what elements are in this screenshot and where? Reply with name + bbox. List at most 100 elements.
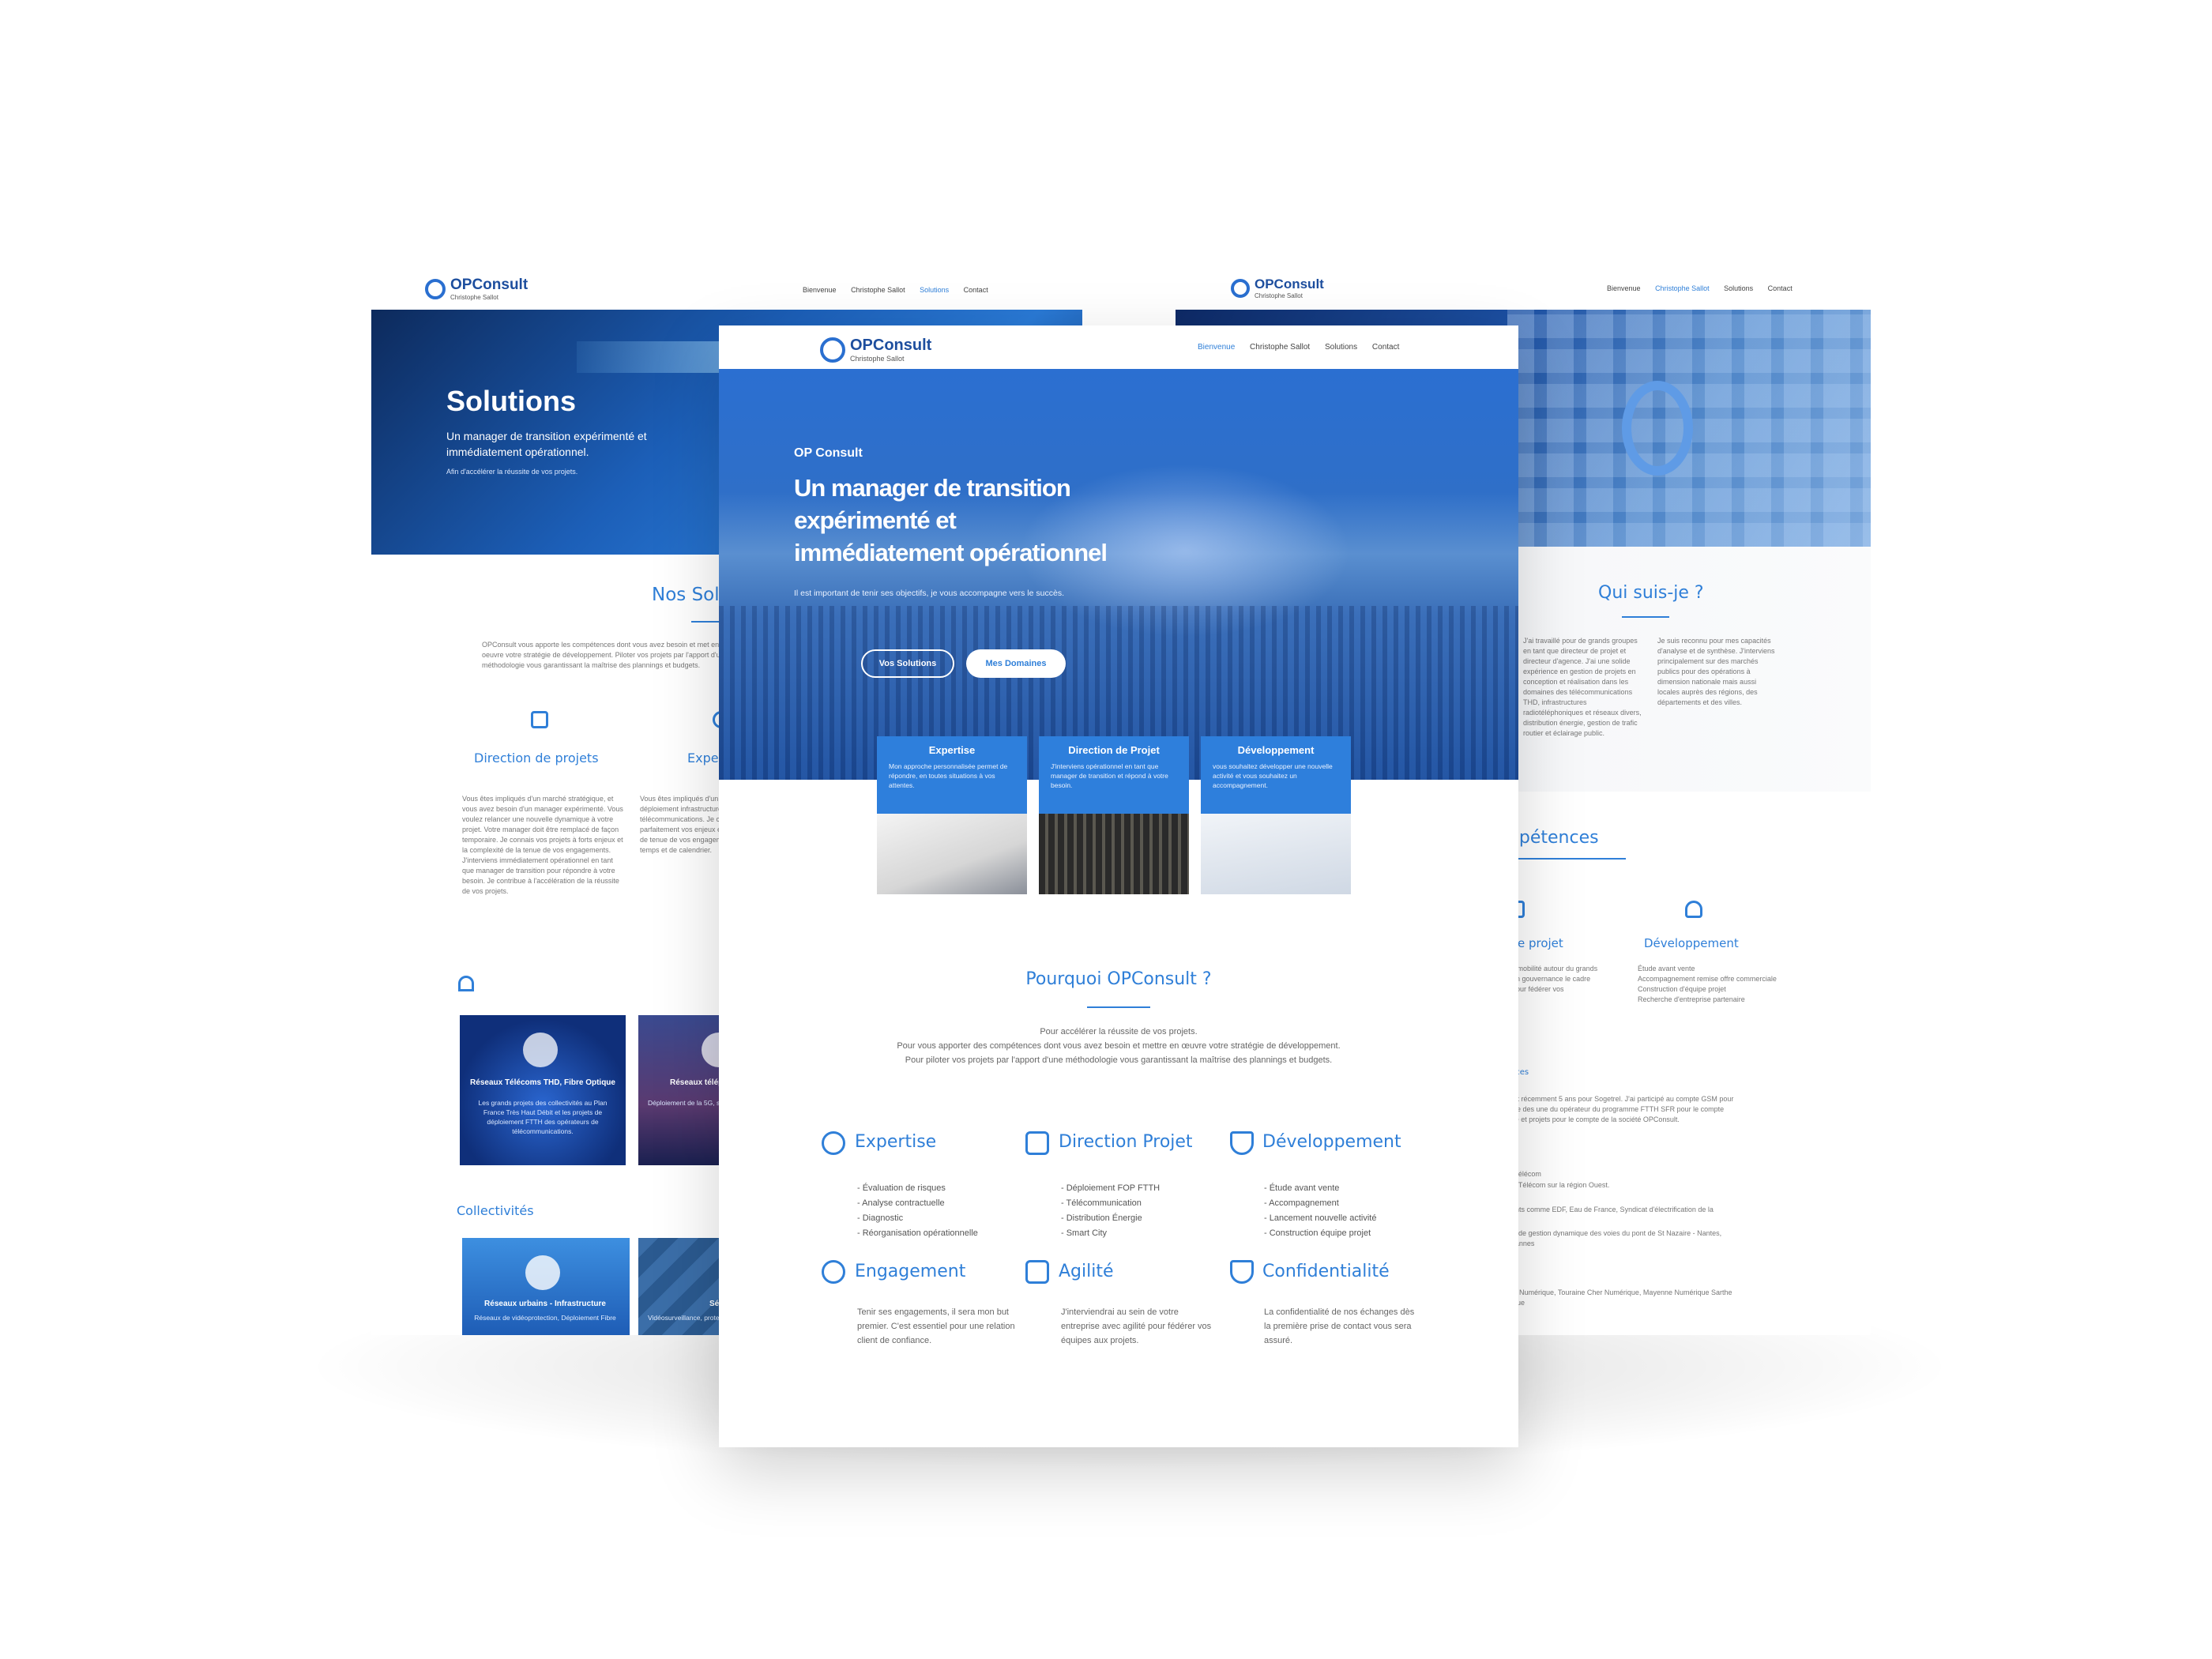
list-item: - Distribution Énergie [1061,1213,1142,1223]
nav-item-solutions[interactable]: Solutions [1325,343,1357,352]
left-col1-icon [531,711,548,728]
target-icon [822,1260,845,1284]
right-col2-text: Je suis reconnu pour mes capacités d'ana… [1657,637,1775,706]
list-item: - Déploiement FOP FTTH [1061,1183,1161,1193]
left-intro: OPConsult vous apporte les compétences d… [482,641,728,669]
right-logo[interactable]: OPConsult Christophe Sallot [1231,276,1324,299]
feature-engagement-title: Engagement [855,1262,966,1281]
list-item: - Diagnostic [857,1213,904,1223]
feature-confidentialite-title: Confidentialité [1262,1262,1390,1281]
card-circle-icon [525,1255,560,1290]
why-text: Pour accélérer la réussite de vos projet… [719,1025,1518,1067]
nav-item-bienvenue[interactable]: Bienvenue [1607,284,1641,292]
hero-title-line-3: immédiatement opérationnel [794,539,1108,566]
feature-confidentialite-text: La confidentialité de nos échanges dès l… [1264,1307,1415,1345]
ref-text-2: France Télécom [1490,1170,1541,1178]
card-title: Expertise [928,744,976,756]
solution-card-telecom[interactable]: Réseaux Télécoms THD, Fibre Optique Les … [460,1015,626,1165]
nav-item-christophe[interactable]: Christophe Sallot [1250,343,1310,352]
presenter-icon [1230,1131,1254,1155]
hero-title: Un manager de transition expérimenté et … [794,472,1108,569]
center-nav: Bienvenue Christophe Sallot Solutions Co… [1185,343,1399,352]
why-line: Pour accélérer la réussite de vos projet… [1040,1027,1198,1036]
card-text: vous souhaitez développer une nouvelle a… [1213,762,1333,789]
ref-text-4: Des clients comme EDF, Eau de France, Sy… [1490,1206,1714,1213]
collectivites-title: Collectivités [457,1203,534,1218]
ref-text-5: système de gestion dynamique des voies d… [1490,1229,1722,1247]
card-text: Mon approche personnalisée permet de rép… [889,762,1008,789]
nav-item-christophe[interactable]: Christophe Sallot [1655,284,1710,292]
list-item: - Évaluation de risques [857,1183,946,1193]
feature-expertise-list: - Évaluation de risques - Analyse contra… [857,1181,978,1241]
feature-engagement-text: Tenir ses engagements, il sera mon but p… [857,1307,1015,1345]
brand-name: OPConsult [850,337,932,354]
nav-item-bienvenue[interactable]: Bienvenue [1198,343,1235,352]
developpement-icon [1685,901,1702,918]
presenter-icon [1230,1260,1254,1284]
building-icon [458,976,474,991]
card-expertise[interactable]: Expertise Mon approche personnalisée per… [877,736,1027,894]
brand-tagline: Christophe Sallot [450,294,498,301]
feature-agilite-text: J'interviendrai au sein de votre entrepr… [1061,1307,1212,1345]
list-item: - Réorganisation opérationnelle [857,1228,978,1238]
card-circle-icon [523,1033,558,1067]
left-hero-small: Afin d'accélérer la réussite de vos proj… [446,468,578,476]
nav-item-bienvenue[interactable]: Bienvenue [803,286,837,294]
list-item: Recherche d'entreprise partenaire [1638,995,1745,1003]
left-nav: Bienvenue Christophe Sallot Solutions Co… [790,286,988,294]
building-photo [1039,814,1189,894]
comp-title-dev: Développement [1644,936,1739,950]
brand-symbol-icon [1622,381,1693,476]
list-item: - Étude avant vente [1264,1183,1340,1193]
nav-item-contact[interactable]: Contact [1768,284,1793,292]
left-col1-text: Vous êtes impliqués d'un marché stratégi… [462,795,623,895]
left-hero-subtitle: Un manager de transition expérimenté et … [446,430,647,458]
left-hero-title: Solutions [446,385,576,417]
list-item: - Lancement nouvelle activité [1264,1213,1377,1223]
center-hero: OP Consult Un manager de transition expé… [719,369,1518,780]
feature-agilite-title: Agilité [1059,1262,1114,1281]
hero-title-line-2: expérimenté et [794,506,957,534]
feature-direction-list: - Déploiement FOP FTTH - Télécommunicati… [1061,1181,1160,1241]
center-logo[interactable]: OPConsult Christophe Sallot [820,337,931,363]
why-line: Pour piloter vos projets par l'apport d'… [905,1055,1333,1065]
writing-photo [877,814,1027,894]
list-item: Accompagnement remise offre commerciale [1638,975,1777,983]
ref-text-3: Sogetrel Télécom sur la région Ouest. [1490,1181,1610,1189]
logo-icon [425,278,446,299]
hero-kicker: OP Consult [794,446,863,460]
chart-board-icon [1025,1260,1049,1284]
card-direction[interactable]: Direction de Projet J'interviens opérati… [1039,736,1189,894]
why-underline [1087,1006,1150,1008]
hero-text: Il est important de tenir ses objectifs,… [794,589,1064,598]
logo-icon [820,337,845,363]
domaines-button[interactable]: Mes Domaines [966,649,1066,678]
list-item: - Analyse contractuelle [857,1198,945,1208]
nav-item-solutions[interactable]: Solutions [1724,284,1753,292]
card-title: Développement [1237,744,1315,756]
hero-title-line-1: Un manager de transition [794,474,1071,502]
nav-item-solutions[interactable]: Solutions [920,286,949,294]
brand-tagline: Christophe Sallot [1255,292,1303,299]
solutions-button[interactable]: Vos Solutions [861,649,954,678]
comp-dev-list: Étude avant vente Accompagnement remise … [1638,964,1780,1005]
card-developpement[interactable]: Développement vous souhaitez développer … [1201,736,1351,894]
why-title: Pourquoi OPConsult ? [1025,969,1212,989]
list-item: Étude avant vente [1638,965,1695,972]
nav-item-contact[interactable]: Contact [1372,343,1399,352]
card-text: J'interviens opérationnel en tant que ma… [1051,762,1168,789]
brand-tagline: Christophe Sallot [850,355,905,363]
ref-text-6: Touraine Numérique, Touraine Cher Numéri… [1490,1288,1732,1307]
nav-item-christophe[interactable]: Christophe Sallot [851,286,905,294]
chart-board-icon [1025,1131,1049,1155]
why-line: Pour vous apporter des compétences dont … [897,1041,1341,1051]
card-title: Direction de Projet [1068,744,1160,756]
list-item: - Accompagnement [1264,1198,1339,1208]
feature-expertise-title: Expertise [855,1132,937,1152]
left-logo[interactable]: OPConsult Christophe Sallot [425,276,528,301]
card1-text: Les grands projets des collectivités au … [478,1099,608,1135]
nav-item-contact[interactable]: Contact [964,286,988,294]
solution-card-urbain[interactable]: Réseaux urbains - Infrastructure Réseaux… [462,1238,630,1335]
list-item: - Télécommunication [1061,1198,1142,1208]
list-item: - Smart City [1061,1228,1108,1238]
